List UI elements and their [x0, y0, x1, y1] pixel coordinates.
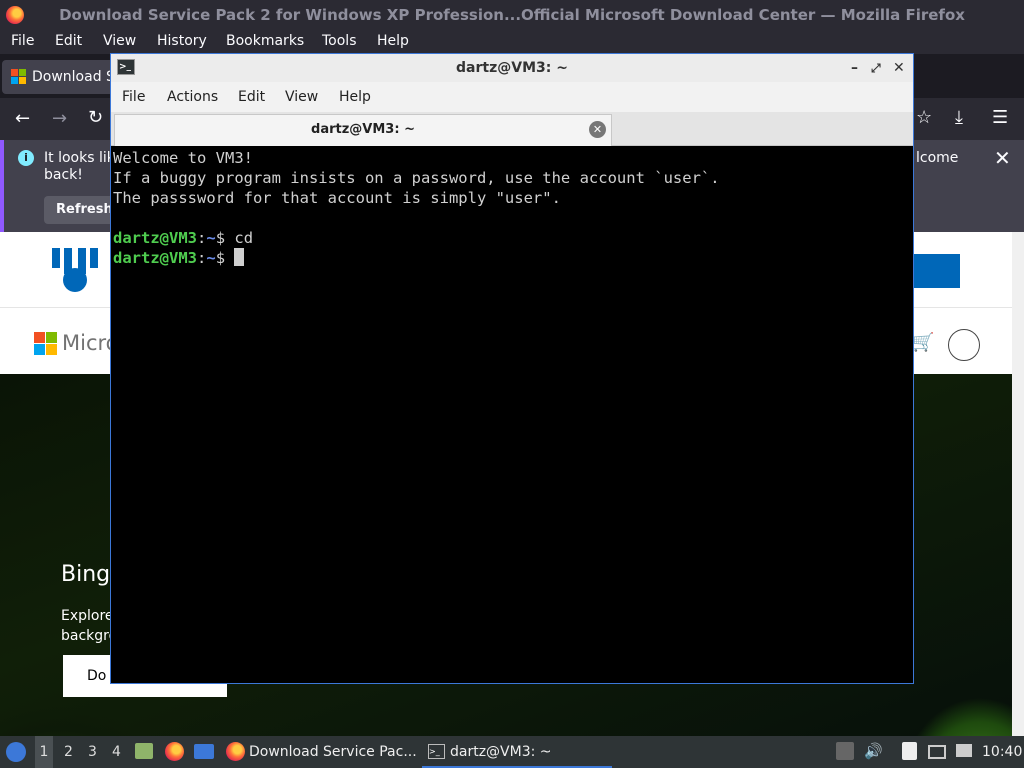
firefox-menu-edit[interactable]: Edit	[55, 33, 82, 49]
prompt-command: cd	[234, 229, 254, 247]
close-icon[interactable]: ✕	[893, 54, 905, 82]
display-icon[interactable]	[928, 745, 946, 759]
file-manager-icon[interactable]	[135, 743, 153, 759]
firefox-menu-bar: File Edit View History Bookmarks Tools H…	[0, 30, 1024, 54]
firefox-menu-history[interactable]: History	[157, 33, 207, 49]
terminal-prompt-line-1: dartz@VM3:~$ cd	[113, 228, 911, 248]
taskbar-terminal-icon: >_	[428, 744, 445, 759]
firefox-title-bar: Download Service Pack 2 for Windows XP P…	[0, 0, 1024, 30]
prompt-path: ~	[206, 249, 216, 267]
back-arrow-icon[interactable]: ←	[15, 108, 30, 129]
terminal-menu-view[interactable]: View	[285, 89, 318, 105]
firefox-menu-file[interactable]: File	[11, 33, 34, 49]
prompt-user: dartz@VM3	[113, 249, 197, 267]
prompt-separator: :	[197, 229, 207, 247]
clock: 10:40	[982, 744, 1023, 760]
firefox-window-title: Download Service Pack 2 for Windows XP P…	[59, 6, 965, 24]
terminal-menu-bar: File Actions Edit View Help	[111, 82, 913, 112]
firefox-menu-help[interactable]: Help	[377, 33, 409, 49]
terminal-tab-label: dartz@VM3: ~	[311, 122, 415, 137]
firefox-menu-tools[interactable]: Tools	[322, 33, 357, 49]
terminal-output[interactable]: Welcome to VM3! If a buggy program insist…	[113, 146, 911, 682]
taskbar-firefox-task[interactable]: Download Service Pac...	[222, 736, 418, 768]
hero-text-line-2: backgro	[61, 628, 118, 644]
terminal-tab-bar: dartz@VM3: ~ ✕	[111, 112, 913, 146]
terminal-line-3: The passsword for that account is simply…	[113, 189, 561, 207]
firefox-tab-label: Download S	[32, 69, 115, 85]
notification-text-right: lcome	[916, 150, 959, 166]
start-menu-icon[interactable]	[6, 742, 26, 762]
prompt-separator: :	[197, 249, 207, 267]
minimize-icon[interactable]: –	[851, 54, 858, 82]
prompt-user: dartz@VM3	[113, 229, 197, 247]
microsoft-logo-icon	[34, 332, 58, 356]
forward-arrow-icon[interactable]: →	[52, 108, 67, 129]
notification-text-2: back!	[44, 167, 83, 183]
taskbar-firefox-icon	[226, 742, 245, 761]
reload-icon[interactable]: ↻	[88, 107, 103, 128]
prompt-symbol: $	[215, 229, 235, 247]
firefox-logo-icon	[6, 6, 24, 24]
terminal-prompt-line-2: dartz@VM3:~$	[113, 248, 911, 268]
terminal-menu-file[interactable]: File	[122, 89, 145, 105]
page-scrollbar[interactable]	[1012, 232, 1024, 736]
message-icon[interactable]	[956, 744, 972, 757]
taskbar-terminal-task[interactable]: >_ dartz@VM3: ~	[422, 736, 612, 768]
hero-description: Explore backgro	[61, 606, 117, 646]
hamburger-menu-icon[interactable]: ☰	[992, 107, 1008, 128]
firefox-launcher-icon[interactable]	[165, 742, 184, 761]
downloads-icon[interactable]: ⤓	[955, 107, 963, 128]
hero-title: Bing	[61, 562, 111, 587]
site-logo-icon	[50, 246, 100, 296]
workspace-3[interactable]: 3	[88, 744, 97, 760]
refresh-button[interactable]: Refresh	[44, 196, 114, 224]
close-tab-icon[interactable]: ✕	[589, 121, 606, 138]
firefox-menu-bookmarks[interactable]: Bookmarks	[226, 33, 304, 49]
firefox-menu-view[interactable]: View	[103, 33, 136, 49]
terminal-window: >_ dartz@VM3: ~ – ⤢ ✕ File Actions Edit …	[110, 53, 914, 684]
bookmark-star-icon[interactable]: ☆	[916, 107, 932, 128]
tray-clipboard-icon[interactable]	[836, 742, 854, 760]
terminal-menu-edit[interactable]: Edit	[238, 89, 265, 105]
terminal-menu-help[interactable]: Help	[339, 89, 371, 105]
terminal-title-bar[interactable]: >_ dartz@VM3: ~ – ⤢ ✕	[111, 54, 913, 82]
desktop-icon[interactable]	[194, 744, 214, 759]
prompt-symbol: $	[215, 249, 235, 267]
workspace-1[interactable]: 1	[35, 736, 53, 768]
terminal-line-1: Welcome to VM3!	[113, 149, 253, 167]
cart-icon[interactable]: 🛒	[912, 332, 934, 353]
terminal-tab[interactable]: dartz@VM3: ~ ✕	[114, 114, 612, 146]
taskbar-terminal-label: dartz@VM3: ~	[450, 744, 552, 760]
prompt-path: ~	[206, 229, 216, 247]
hero-text-line-1: Explore	[61, 608, 114, 624]
terminal-line-2: If a buggy program insists on a password…	[113, 169, 720, 187]
info-icon: i	[18, 150, 34, 166]
terminal-app-icon: >_	[117, 59, 135, 75]
taskbar-firefox-label: Download Service Pac...	[249, 744, 417, 760]
taskbar: 1 2 3 4 Download Service Pac... >_ dartz…	[0, 736, 1024, 768]
notes-icon[interactable]	[902, 742, 917, 760]
terminal-cursor	[234, 248, 245, 266]
workspace-2[interactable]: 2	[64, 744, 73, 760]
microsoft-favicon-icon	[11, 69, 27, 85]
close-notification-icon[interactable]: ✕	[994, 146, 1011, 170]
notification-text: It looks lik	[44, 150, 115, 166]
maximize-icon[interactable]: ⤢	[871, 54, 881, 82]
firefox-tab-download[interactable]: Download S	[2, 60, 122, 94]
workspace-4[interactable]: 4	[112, 744, 121, 760]
terminal-window-title: dartz@VM3: ~	[456, 60, 568, 76]
volume-icon[interactable]: 🔊	[864, 742, 883, 760]
account-avatar-icon[interactable]	[948, 329, 980, 361]
terminal-menu-actions[interactable]: Actions	[167, 89, 218, 105]
